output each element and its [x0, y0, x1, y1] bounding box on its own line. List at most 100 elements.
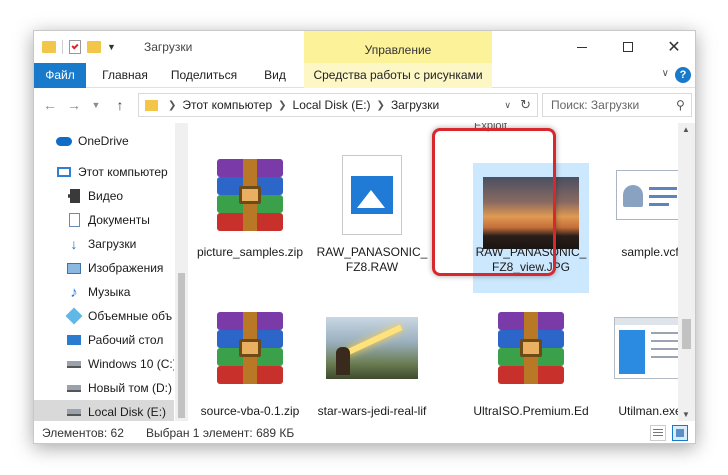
tab-manage[interactable]: Управление — [304, 31, 492, 63]
maximize-button[interactable] — [605, 31, 651, 63]
quick-access-toolbar: ▼ — [42, 39, 116, 55]
image-file-icon — [314, 145, 430, 245]
forward-icon[interactable]: → — [64, 95, 84, 115]
nav-item-label: Видео — [88, 189, 124, 203]
file-item[interactable]: Utilman.exe — [592, 303, 678, 421]
nav-item-label: Документы — [88, 213, 150, 227]
nav-scroll-thumb[interactable] — [178, 273, 185, 418]
maximize-icon — [623, 42, 633, 52]
recent-locations-icon[interactable]: ▼ — [86, 95, 106, 115]
file-item[interactable]: source-vba-0.1.zip — [192, 303, 308, 421]
ribbon-tabs: Файл Главная Поделиться Вид Средства раб… — [34, 63, 695, 88]
tab-home[interactable]: Главная — [94, 63, 156, 88]
file-item[interactable]: star-wars-jedi-real-life.gif — [314, 303, 430, 421]
nav-item-label: Новый том (D:) — [88, 381, 172, 395]
drive-icon — [66, 380, 82, 396]
nav-item-label: Музыка — [88, 285, 131, 299]
close-icon: ✕ — [667, 39, 681, 56]
archive-icon — [192, 145, 308, 245]
3d-objects-icon — [65, 307, 83, 325]
qa-dropdown-icon[interactable]: ▼ — [107, 42, 116, 52]
file-item[interactable]: RAW_PANASONIC_FZ8.RAW — [314, 137, 430, 277]
file-name: sample.vcf — [621, 245, 678, 259]
manage-label: Управление — [364, 43, 432, 57]
file-name: UltraISO.Premium.Edition.Portable.rar — [473, 404, 589, 421]
contact-card-icon — [592, 145, 678, 245]
file-item[interactable]: sample.vcf — [592, 137, 678, 277]
nav-item-drive-d[interactable]: Новый том (D:) — [34, 376, 174, 400]
nav-item-3d-objects[interactable]: Объемные объ — [34, 304, 174, 328]
drive-icon — [66, 404, 82, 420]
nav-item-documents[interactable]: Документы — [34, 208, 174, 232]
nav-item-label: OneDrive — [78, 134, 129, 148]
tab-file[interactable]: Файл — [34, 63, 86, 88]
content-scroll-thumb[interactable] — [682, 319, 691, 349]
nav-scrollbar[interactable] — [175, 123, 188, 421]
file-name: star-wars-jedi-real-life.gif — [317, 404, 427, 421]
search-icon: ⚲ — [676, 98, 685, 112]
archive-icon — [473, 307, 589, 389]
nav-item-label: Рабочий стол — [88, 333, 164, 347]
nav-item-label: Изображения — [88, 261, 164, 275]
archive-icon — [192, 307, 308, 389]
tab-share[interactable]: Поделиться — [164, 63, 244, 88]
file-name: picture_samples.zip — [196, 245, 304, 259]
nav-item-pictures[interactable]: Изображения — [34, 256, 174, 280]
cloud-icon — [56, 133, 72, 149]
search-input[interactable]: Поиск: Загрузки — [542, 93, 692, 117]
back-icon[interactable]: ← — [40, 95, 60, 115]
file-name: Utilman.exe — [618, 404, 678, 418]
scroll-up-icon[interactable]: ▲ — [682, 125, 690, 134]
nav-item-label: Local Disk (E:) — [88, 405, 167, 419]
item-count: Элементов: 62 — [42, 426, 124, 440]
selection-highlight-frame — [432, 128, 556, 276]
address-dropdown-icon[interactable]: ∨ — [504, 100, 511, 111]
breadcrumb-this-pc[interactable]: Этот компьютер — [182, 98, 272, 112]
nav-item-label: Windows 10 (C:) — [88, 357, 174, 371]
status-bar: Элементов: 62 Выбран 1 элемент: 689 КБ — [34, 421, 695, 443]
nav-item-music[interactable]: ♪ Музыка — [34, 280, 174, 304]
nav-item-desktop[interactable]: Рабочий стол — [34, 328, 174, 352]
content-scrollbar[interactable]: ▲ ▼ — [678, 123, 695, 421]
ribbon-expand-icon[interactable]: ∨ — [662, 68, 669, 79]
new-folder-icon[interactable] — [87, 41, 101, 53]
gif-thumbnail — [314, 307, 430, 389]
tab-picture-tools[interactable]: Средства работы с рисунками — [304, 63, 492, 88]
address-bar[interactable]: ❯ Этот компьютер ❯ Local Disk (E:) ❯ Заг… — [138, 93, 538, 117]
nav-item-downloads[interactable]: ↓ Загрузки — [34, 232, 174, 256]
breadcrumb-downloads[interactable]: Загрузки — [391, 98, 439, 112]
close-button[interactable]: ✕ — [651, 31, 695, 63]
nav-item-drive-c[interactable]: Windows 10 (C:) — [34, 352, 174, 376]
folder-icon[interactable] — [42, 41, 56, 53]
nav-item-label: Объемные объ — [88, 309, 173, 323]
video-icon — [66, 188, 82, 204]
details-view-icon[interactable] — [650, 425, 666, 441]
nav-item-video[interactable]: Видео — [34, 184, 174, 208]
file-item[interactable]: picture_samples.zip — [192, 137, 308, 277]
help-icon[interactable]: ? — [675, 67, 691, 83]
tab-view[interactable]: Вид — [252, 63, 298, 88]
nav-item-this-pc[interactable]: Этот компьютер — [34, 160, 174, 184]
minimize-icon — [577, 46, 587, 48]
file-item[interactable]: UltraISO.Premium.Edition.Portable.rar — [473, 303, 589, 421]
computer-icon — [56, 164, 72, 180]
breadcrumb-local-disk[interactable]: Local Disk (E:) — [293, 98, 371, 112]
navigation-pane: OneDrive Этот компьютер Видео Документы … — [34, 123, 188, 421]
large-icons-view-icon[interactable] — [672, 425, 688, 441]
scroll-down-icon[interactable]: ▼ — [682, 410, 690, 419]
up-icon[interactable]: ↑ — [110, 95, 130, 115]
file-name: RAW_PANASONIC_FZ8.RAW — [316, 245, 428, 274]
nav-item-drive-e[interactable]: Local Disk (E:) — [34, 400, 174, 421]
desktop-icon — [66, 332, 82, 348]
qa-separator — [62, 40, 63, 54]
nav-item-label: Этот компьютер — [78, 165, 168, 179]
crumb-separator: ❯ — [376, 99, 385, 111]
exe-icon — [592, 307, 678, 389]
nav-item-onedrive[interactable]: OneDrive — [34, 129, 174, 153]
window-title: Загрузки — [144, 40, 193, 54]
address-row: ← → ▼ ↑ ❯ Этот компьютер ❯ Local Disk (E… — [34, 89, 695, 121]
properties-icon[interactable] — [69, 40, 81, 54]
refresh-icon[interactable]: ↻ — [520, 97, 531, 113]
minimize-button[interactable] — [559, 31, 605, 63]
file-name: source-vba-0.1.zip — [200, 404, 300, 418]
